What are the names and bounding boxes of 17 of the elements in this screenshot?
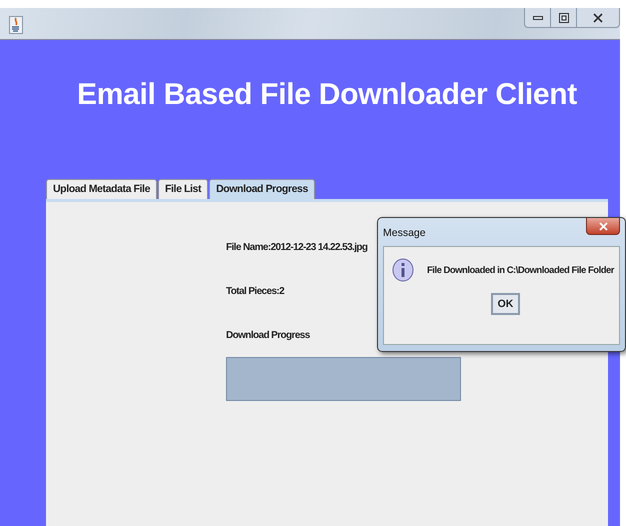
file-name-label: File Name:2012-12-23 14.22.53.jpg bbox=[226, 242, 368, 255]
maximize-icon bbox=[558, 12, 568, 22]
progress-label: Download Progress bbox=[226, 330, 311, 343]
total-pieces-label: Total Pieces:2 bbox=[226, 286, 286, 299]
tab[interactable]: File List bbox=[158, 179, 208, 199]
coffee-cup-icon bbox=[9, 16, 23, 34]
ok-button[interactable]: OK bbox=[490, 293, 520, 315]
dialog-title: Message bbox=[383, 227, 426, 239]
close-icon bbox=[598, 222, 608, 230]
close-button[interactable] bbox=[586, 218, 620, 235]
close-icon bbox=[593, 12, 603, 22]
info-icon bbox=[392, 258, 414, 282]
dialog-message: File Downloaded in C:\Downloaded File Folder bbox=[427, 264, 614, 276]
tab[interactable]: Upload Metadata File bbox=[46, 179, 158, 199]
app-heading: Email Based File Downloader Client bbox=[76, 78, 578, 112]
minimize-icon bbox=[532, 14, 542, 20]
tab[interactable]: Download Progress bbox=[209, 179, 315, 199]
